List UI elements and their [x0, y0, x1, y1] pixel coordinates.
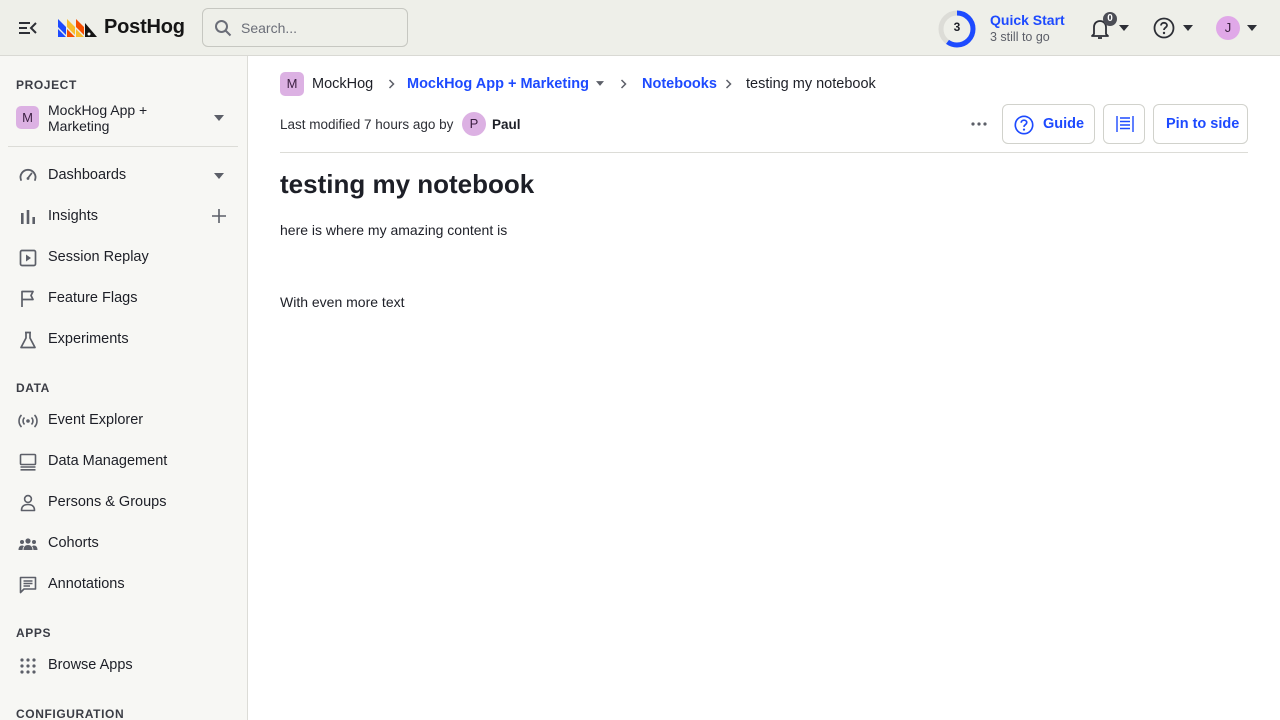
sidebar-item-browse-apps[interactable]: Browse Apps — [8, 647, 238, 683]
pin-to-side-label: Pin to side — [1166, 116, 1240, 132]
logo-text: PostHog — [104, 15, 185, 38]
menu-collapse-icon[interactable] — [18, 18, 38, 38]
quick-start-subtitle: 3 still to go — [990, 30, 1050, 44]
last-modified-text: Last modified 7 hours ago by — [280, 117, 454, 132]
dashboard-gauge-icon — [19, 168, 37, 181]
notebook-paragraph[interactable]: here is where my amazing content is — [280, 222, 507, 238]
notebook-title[interactable]: testing my notebook — [280, 169, 534, 200]
play-square-icon — [19, 249, 37, 267]
search-input[interactable] — [241, 17, 401, 39]
chevron-down-icon — [1119, 25, 1129, 31]
sidebar-item-label: Dashboards — [48, 167, 127, 183]
sidebar-item-label: Browse Apps — [48, 657, 133, 673]
chevron-down-icon — [1183, 25, 1193, 31]
project-switcher[interactable]: M MockHog App + Marketing — [8, 100, 238, 134]
sidebar-item-label: Data Management — [48, 453, 168, 469]
search-box[interactable] — [202, 8, 408, 47]
divider — [8, 146, 238, 147]
chevron-down-icon[interactable] — [596, 81, 604, 86]
user-menu-button[interactable]: J — [1214, 14, 1262, 42]
comment-icon — [19, 576, 37, 594]
sidebar-item-cohorts[interactable]: Cohorts — [8, 525, 238, 561]
sidebar-item-label: Session Replay — [48, 249, 149, 265]
notebook-paragraph[interactable]: With even more text — [280, 294, 405, 310]
sidebar-item-event-explorer[interactable]: Event Explorer — [8, 402, 238, 438]
notification-count-badge: 0 — [1103, 12, 1117, 26]
breadcrumb-current: testing my notebook — [746, 76, 876, 92]
author-avatar: P — [462, 112, 486, 136]
pin-to-side-button[interactable]: Pin to side — [1153, 104, 1248, 144]
table-of-contents-icon — [1116, 116, 1134, 132]
breadcrumb-org[interactable]: MockHog — [312, 76, 373, 92]
sidebar-item-experiments[interactable]: Experiments — [8, 321, 238, 357]
sidebar-item-label: Cohorts — [48, 535, 99, 551]
sidebar-item-data-management[interactable]: Data Management — [8, 443, 238, 479]
quick-start-title: Quick Start — [990, 12, 1065, 28]
users-icon — [18, 538, 38, 550]
breadcrumb-project[interactable]: MockHog App + Marketing — [407, 76, 589, 92]
quick-start-count: 3 — [953, 20, 961, 34]
author-name: Paul — [492, 117, 521, 132]
guide-button-label: Guide — [1043, 116, 1085, 132]
section-label-configuration: CONFIGURATION — [16, 707, 125, 720]
notifications-button[interactable]: 0 — [1088, 12, 1134, 44]
chevron-right-icon — [620, 79, 627, 89]
chevron-down-icon — [214, 115, 224, 121]
sidebar-item-label: Experiments — [48, 331, 129, 347]
section-label-data: DATA — [16, 381, 50, 395]
chevron-down-icon — [1247, 25, 1257, 31]
table-of-contents-button[interactable] — [1103, 104, 1145, 144]
posthog-logo[interactable]: PostHog — [58, 15, 185, 39]
help-circle-icon — [1014, 115, 1034, 135]
plus-icon[interactable] — [211, 208, 227, 224]
search-icon — [215, 20, 232, 37]
chevron-right-icon — [725, 79, 732, 89]
sidebar-item-persons-groups[interactable]: Persons & Groups — [8, 484, 238, 520]
project-name: MockHog App + Marketing — [48, 102, 148, 134]
sidebar-item-label: Persons & Groups — [48, 494, 167, 510]
chevron-down-icon[interactable] — [214, 173, 224, 179]
sidebar-item-label: Insights — [48, 208, 98, 224]
sidebar-item-dashboards[interactable]: Dashboards — [8, 157, 238, 193]
guide-button[interactable]: Guide — [1002, 104, 1095, 144]
help-circle-icon — [1153, 17, 1175, 39]
help-menu-button[interactable] — [1152, 14, 1196, 42]
more-options-icon[interactable] — [964, 112, 994, 136]
person-icon — [20, 494, 36, 512]
sidebar: PROJECT M MockHog App + Marketing Dashbo… — [0, 56, 248, 720]
section-label-apps: APPS — [16, 626, 52, 640]
sidebar-item-annotations[interactable]: Annotations — [8, 566, 238, 602]
top-bar: PostHog 3 Quick Start 3 still to go 0 — [0, 0, 1280, 56]
quick-start-button[interactable]: 3 Quick Start 3 still to go — [936, 6, 1072, 50]
sidebar-item-feature-flags[interactable]: Feature Flags — [8, 280, 238, 316]
flask-icon — [20, 331, 36, 349]
bar-chart-icon — [21, 210, 35, 224]
sidebar-item-label: Annotations — [48, 576, 125, 592]
project-badge: M — [16, 106, 39, 129]
sidebar-item-insights[interactable]: Insights — [8, 198, 238, 234]
breadcrumb-notebooks[interactable]: Notebooks — [642, 76, 717, 92]
section-label-project: PROJECT — [16, 78, 77, 92]
broadcast-icon — [18, 414, 38, 428]
sidebar-item-label: Feature Flags — [48, 290, 138, 306]
flag-icon — [21, 290, 34, 307]
notebook-page: M MockHog MockHog App + Marketing Notebo… — [248, 56, 1280, 720]
sidebar-item-session-replay[interactable]: Session Replay — [8, 239, 238, 275]
apps-grid-icon — [20, 658, 36, 674]
chevron-right-icon — [388, 79, 395, 89]
database-icon — [19, 453, 37, 471]
posthog-hedgehog-icon — [58, 19, 97, 37]
header-divider — [280, 152, 1248, 153]
org-badge: M — [280, 72, 304, 96]
user-avatar: J — [1216, 16, 1240, 40]
sidebar-item-label: Event Explorer — [48, 412, 144, 428]
